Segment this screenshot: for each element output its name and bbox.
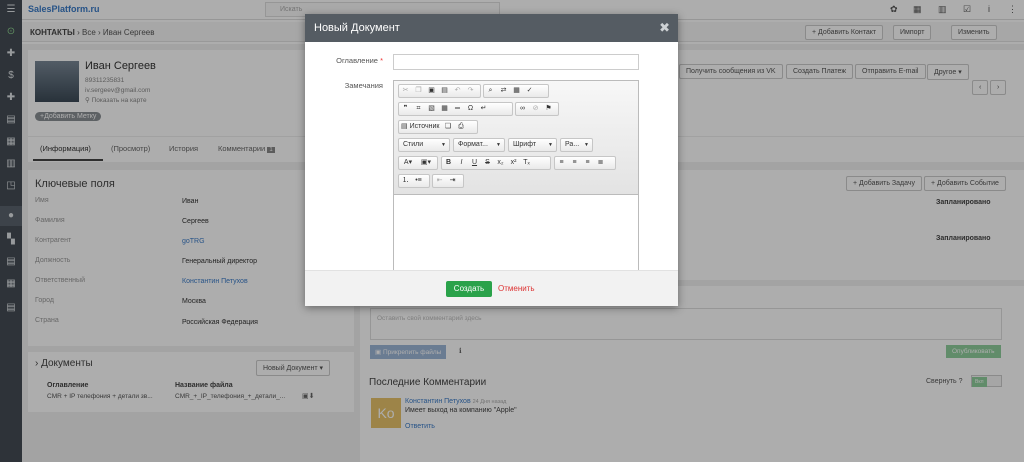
size-select[interactable]: Ра... ▼ [560,138,593,152]
notes-field-label: Замечания [344,81,383,90]
undo-icon[interactable]: ↶ [451,85,464,97]
replace-icon[interactable]: ⇄ [497,85,510,97]
spellcheck-icon[interactable]: ✓ [523,85,536,97]
title-field-label: Оглавление * [336,56,383,65]
unlink-icon[interactable]: ⊘ [529,103,542,115]
insert-group: ❞ ⌗ ▧ ▦ ═ Ω ↵ [398,102,513,116]
create-button[interactable]: Создать [446,281,492,297]
styles-select[interactable]: Стили ▼ [398,138,450,152]
close-icon[interactable]: ✖ [659,14,670,42]
modal-footer: Создать Отменить [305,270,678,306]
link-group: ∞ ⊘ ⚑ [515,102,559,116]
clipboard-group: ✂ ❐ ▣ ▤ ↶ ↷ [398,84,481,98]
strike-icon[interactable]: S [481,157,494,169]
find-icon[interactable]: ⌕ [484,85,497,97]
bold-icon[interactable]: B [442,157,455,169]
list-group: ⒈ •≡ [398,174,430,188]
align-group: ≡ ≡ ≡ ≣ [554,156,616,170]
find-group: ⌕ ⇄ ▦ ✓ [483,84,549,98]
font-select[interactable]: Шрифт ▼ [508,138,557,152]
horizontal-line-icon[interactable]: ═ [451,103,464,115]
superscript-icon[interactable]: x² [507,157,520,169]
page-break-icon[interactable]: ↵ [477,103,490,115]
text-color-icon[interactable]: A▾ [399,157,417,169]
cancel-button[interactable]: Отменить [498,281,535,297]
link-icon[interactable]: ∞ [516,103,529,115]
modal-title: Новый Документ [314,22,400,34]
bg-color-icon[interactable]: ▣▾ [417,157,435,169]
copy-icon[interactable]: ❐ [412,85,425,97]
color-group: A▾ ▣▾ [398,156,438,170]
subscript-icon[interactable]: x₂ [494,157,507,169]
remove-format-icon[interactable]: Tₓ [520,157,533,169]
special-char-icon[interactable]: Ω [464,103,477,115]
blockquote-icon[interactable]: ❞ [399,103,412,115]
justify-icon[interactable]: ≣ [594,157,607,169]
align-left-icon[interactable]: ≡ [555,157,568,169]
cut-icon[interactable]: ✂ [399,85,412,97]
div-icon[interactable]: ⌗ [412,103,425,115]
rich-text-editor: ✂ ❐ ▣ ▤ ↶ ↷ ⌕ ⇄ ▦ ✓ ❞ ⌗ ▧ ▦ ═ Ω ↵ ∞ ⊘ ⚑ ▤ Источник ❏ ⎙ Сти… [393,80,639,278]
title-input[interactable] [393,54,639,70]
basic-styles-group: B I U Sx₂ x² Tₓ [441,156,551,170]
italic-icon[interactable]: I [455,157,468,169]
table-icon[interactable]: ▦ [438,103,451,115]
source-group: ▤ Источник ❏ ⎙ [398,120,478,134]
underline-icon[interactable]: U [468,157,481,169]
format-select[interactable]: Формат... ▼ [453,138,505,152]
align-right-icon[interactable]: ≡ [581,157,594,169]
source-button[interactable]: ▤ Источник [399,121,441,133]
bulleted-list-icon[interactable]: •≡ [412,175,425,187]
editor-content-area[interactable] [394,196,638,278]
paste-icon[interactable]: ▣ [425,85,438,97]
paste-text-icon[interactable]: ▤ [438,85,451,97]
image-icon[interactable]: ▧ [425,103,438,115]
align-center-icon[interactable]: ≡ [568,157,581,169]
outdent-icon[interactable]: ⇤ [433,175,446,187]
editor-toolbar: ✂ ❐ ▣ ▤ ↶ ↷ ⌕ ⇄ ▦ ✓ ❞ ⌗ ▧ ▦ ═ Ω ↵ ∞ ⊘ ⚑ ▤ Источник ❏ ⎙ Сти… [394,81,638,195]
select-all-icon[interactable]: ▦ [510,85,523,97]
templates-icon[interactable]: ❏ [441,121,454,133]
redo-icon[interactable]: ↷ [464,85,477,97]
anchor-icon[interactable]: ⚑ [542,103,555,115]
indent-icon[interactable]: ⇥ [446,175,459,187]
new-document-modal: Новый Документ ✖ Оглавление * Замечания … [305,14,678,306]
numbered-list-icon[interactable]: ⒈ [399,175,412,187]
modal-header: Новый Документ [305,14,678,42]
indent-group: ⇤ ⇥ [432,174,464,188]
preview-icon[interactable]: ⎙ [454,121,467,133]
